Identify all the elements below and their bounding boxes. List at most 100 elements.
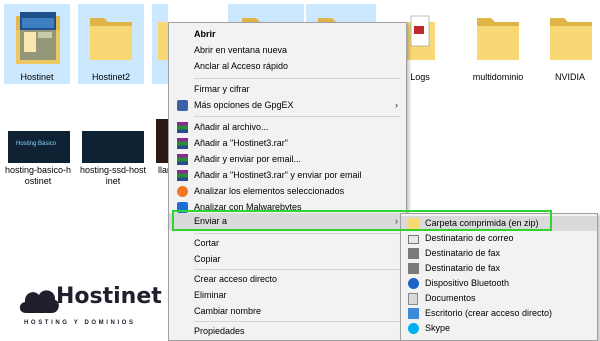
send-to-fax-recipient[interactable]: Destinatario de fax bbox=[401, 246, 597, 261]
folder-nvidia[interactable]: NVIDIA bbox=[540, 4, 600, 84]
menu-item-analizar-seleccionados[interactable]: Analizar los elementos seleccionados bbox=[169, 183, 406, 199]
menu-item-label: Eliminar bbox=[194, 290, 227, 300]
menu-item-label: Crear acceso directo bbox=[194, 274, 278, 284]
menu-item-label: Añadir al archivo... bbox=[194, 122, 269, 132]
mail-icon bbox=[408, 235, 419, 244]
menu-item-label: Cambiar nombre bbox=[194, 306, 262, 316]
menu-item-anclar-acceso-rapido[interactable]: Anclar al Acceso rápido bbox=[169, 58, 406, 74]
highlight-annotation bbox=[172, 210, 552, 231]
folder-with-file-icon bbox=[405, 15, 435, 60]
submenu-item-label: Documentos bbox=[425, 293, 476, 303]
menu-item-label: Anclar al Acceso rápido bbox=[194, 61, 289, 71]
menu-separator bbox=[194, 269, 400, 270]
fax-icon bbox=[408, 248, 419, 259]
menu-item-propiedades[interactable]: Propiedades bbox=[169, 323, 406, 339]
menu-item-label: Añadir a "Hostinet3.rar" bbox=[194, 138, 288, 148]
menu-item-cambiar-nombre[interactable]: Cambiar nombre bbox=[169, 303, 406, 319]
menu-item-label: Firmar y cifrar bbox=[194, 84, 250, 94]
folder-icon bbox=[477, 18, 519, 60]
send-to-desktop-shortcut[interactable]: Escritorio (crear acceso directo) bbox=[401, 306, 597, 321]
winrar-icon bbox=[177, 154, 188, 165]
menu-item-firmar-cifrar[interactable]: Firmar y cifrar bbox=[169, 81, 406, 97]
desktop-icon bbox=[408, 308, 419, 319]
folder-label: Hostinet bbox=[20, 72, 54, 82]
folder-selected-3[interactable] bbox=[152, 4, 168, 84]
fax-icon bbox=[408, 263, 419, 274]
winrar-icon bbox=[177, 138, 188, 149]
menu-item-label: Analizar los elementos seleccionados bbox=[194, 186, 345, 196]
image-partial[interactable]: llar bbox=[152, 119, 170, 190]
menu-item-label: Abrir en ventana nueva bbox=[194, 45, 288, 55]
submenu-item-label: Escritorio (crear acceso directo) bbox=[425, 308, 553, 318]
menu-separator bbox=[194, 233, 400, 234]
logo-tagline: HOSTING Y DOMINIOS bbox=[24, 320, 136, 326]
folder-logs[interactable]: Logs bbox=[405, 4, 435, 84]
folder-label: multidominio bbox=[472, 72, 524, 82]
image-label-line1: hosting-ssd-host bbox=[79, 165, 147, 175]
menu-item-label: Añadir y enviar por email... bbox=[194, 154, 302, 164]
menu-item-crear-acceso-directo[interactable]: Crear acceso directo bbox=[169, 271, 406, 287]
menu-item-label: Añadir a "Hostinet3.rar" y enviar por em… bbox=[194, 170, 362, 180]
folder-hostinet[interactable]: Hostinet bbox=[4, 4, 70, 84]
folder-thumbnail-icon bbox=[16, 12, 60, 64]
submenu-item-label: Destinatario de fax bbox=[425, 248, 501, 258]
gpgex-icon bbox=[177, 100, 188, 111]
folder-icon bbox=[318, 18, 336, 22]
menu-item-gpgex[interactable]: Más opciones de GpgEX › bbox=[169, 97, 406, 113]
submenu-item-label: Dispositivo Bluetooth bbox=[425, 278, 510, 288]
menu-item-anadir-rar[interactable]: Añadir a "Hostinet3.rar" bbox=[169, 135, 406, 151]
antivirus-icon bbox=[177, 186, 188, 197]
hostinet-logo: Hostinet HOSTING Y DOMINIOS bbox=[16, 283, 162, 333]
folder-hostinet2[interactable]: Hostinet2 bbox=[78, 4, 144, 84]
image-hosting-ssd[interactable]: hosting-ssd-host inet bbox=[78, 125, 148, 190]
submenu-item-label: Destinatario de fax bbox=[425, 263, 501, 273]
send-to-mail-recipient[interactable]: Destinatario de correo bbox=[401, 231, 597, 246]
menu-item-anadir-email[interactable]: Añadir y enviar por email... bbox=[169, 151, 406, 167]
menu-item-label: Copiar bbox=[194, 254, 221, 264]
folder-multidominio[interactable]: multidominio bbox=[460, 4, 536, 84]
folder-icon bbox=[90, 18, 132, 60]
submenu-arrow-icon: › bbox=[395, 100, 398, 110]
folder-icon bbox=[550, 18, 592, 60]
menu-separator bbox=[194, 321, 400, 322]
cloud-logo-icon bbox=[19, 290, 59, 313]
logo-name: Hostinet bbox=[56, 284, 162, 309]
image-thumbnail bbox=[82, 131, 144, 163]
thumb-text: Hosting Básico bbox=[16, 141, 57, 147]
context-menu: Abrir Abrir en ventana nueva Anclar al A… bbox=[168, 22, 407, 341]
image-label-line1: hosting-basico-h bbox=[4, 165, 72, 175]
image-label-line2: inet bbox=[105, 176, 121, 186]
submenu-item-label: Destinatario de correo bbox=[425, 233, 514, 243]
image-label-line2: ostinet bbox=[24, 176, 52, 186]
menu-item-cortar[interactable]: Cortar bbox=[169, 235, 406, 251]
folder-label: Logs bbox=[410, 72, 430, 82]
menu-item-abrir[interactable]: Abrir bbox=[169, 26, 406, 42]
menu-item-anadir-rar-email[interactable]: Añadir a "Hostinet3.rar" y enviar por em… bbox=[169, 167, 406, 183]
send-to-skype[interactable]: Skype bbox=[401, 321, 597, 336]
menu-separator bbox=[194, 116, 400, 117]
folder-icon bbox=[242, 18, 260, 22]
send-to-submenu: Carpeta comprimida (en zip) Destinatario… bbox=[400, 213, 598, 341]
image-hosting-basico[interactable]: Hosting Básico hosting-basico-h ostinet bbox=[4, 125, 72, 190]
send-to-documents[interactable]: Documentos bbox=[401, 291, 597, 306]
folder-selected-5[interactable] bbox=[306, 4, 376, 22]
documents-icon bbox=[408, 293, 418, 305]
skype-icon bbox=[408, 323, 419, 334]
menu-item-copiar[interactable]: Copiar bbox=[169, 251, 406, 267]
menu-item-anadir-archivo[interactable]: Añadir al archivo... bbox=[169, 119, 406, 135]
bluetooth-icon bbox=[408, 278, 419, 289]
menu-separator bbox=[194, 78, 400, 79]
winrar-icon bbox=[177, 170, 188, 181]
send-to-fax-recipient-2[interactable]: Destinatario de fax bbox=[401, 261, 597, 276]
folder-icon bbox=[158, 22, 168, 60]
menu-item-abrir-ventana-nueva[interactable]: Abrir en ventana nueva bbox=[169, 42, 406, 58]
folder-selected-4[interactable] bbox=[228, 4, 304, 22]
menu-item-eliminar[interactable]: Eliminar bbox=[169, 287, 406, 303]
menu-item-label: Más opciones de GpgEX bbox=[194, 100, 294, 110]
folder-label: Hostinet2 bbox=[91, 72, 131, 82]
menu-item-label: Propiedades bbox=[194, 326, 245, 336]
menu-item-label: Cortar bbox=[194, 238, 220, 248]
send-to-bluetooth[interactable]: Dispositivo Bluetooth bbox=[401, 276, 597, 291]
image-thumbnail: Hosting Básico bbox=[8, 131, 70, 163]
winrar-icon bbox=[177, 122, 188, 133]
